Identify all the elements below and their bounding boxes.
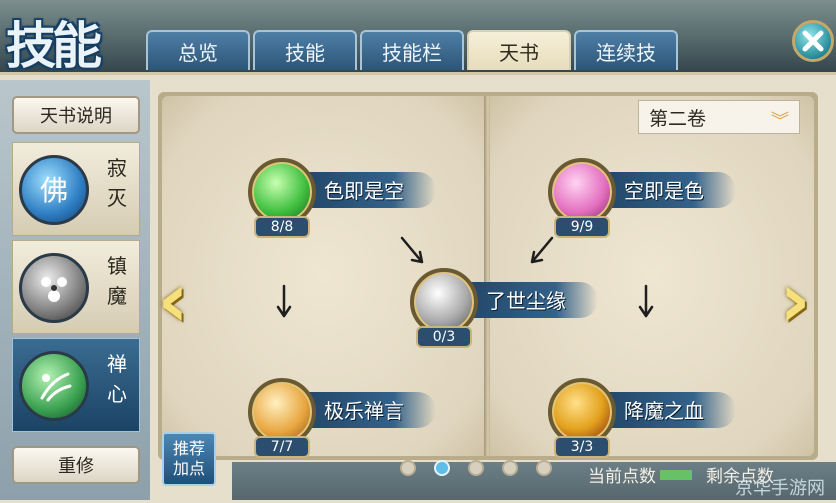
page-indicator — [400, 460, 570, 476]
watermark: 京华手游网 — [735, 478, 825, 499]
page-dot[interactable] — [536, 460, 552, 476]
recommend-label: 推荐加点 — [172, 439, 205, 478]
current-points-label: 当前点数 — [588, 467, 656, 487]
recommend-points-button[interactable]: 推荐加点 — [162, 432, 216, 486]
arrow-down-left — [530, 236, 554, 264]
page-dot[interactable] — [400, 460, 416, 476]
arrow-down-right-column — [638, 284, 654, 318]
arrow-down-left-column — [276, 284, 292, 318]
arrow-down-right — [400, 236, 424, 264]
current-points-bar — [660, 469, 692, 480]
skill-connector-arrows — [276, 236, 654, 318]
page-dot-active[interactable] — [434, 460, 450, 476]
page-dot[interactable] — [502, 460, 518, 476]
page-dot[interactable] — [468, 460, 484, 476]
